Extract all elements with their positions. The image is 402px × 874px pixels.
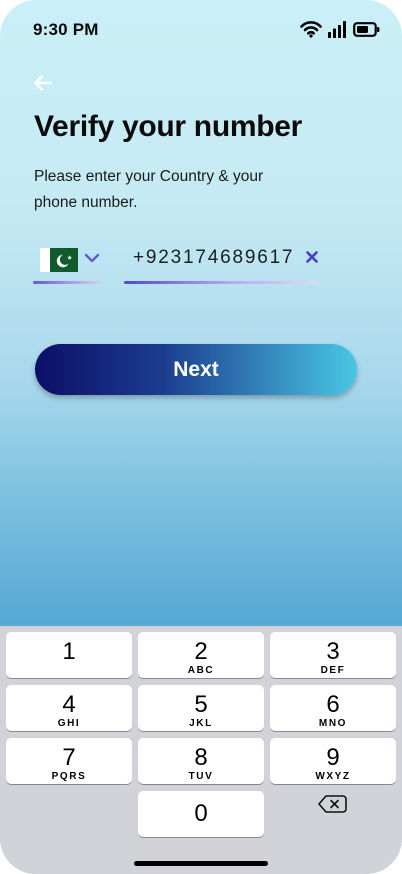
page-title: Verify your number (34, 110, 303, 143)
status-icons (300, 20, 380, 38)
key-letters: GHI (57, 718, 81, 729)
key-letters: JKL (189, 718, 213, 729)
key-8[interactable]: 8 TUV (138, 738, 264, 784)
close-icon (306, 251, 318, 263)
page-subtitle: Please enter your Country & your phone n… (34, 168, 264, 211)
clear-input-button[interactable] (304, 249, 320, 265)
key-digit: 8 (194, 744, 208, 771)
key-letters: ABC (187, 665, 215, 676)
key-digit: 5 (194, 691, 208, 718)
country-underline (33, 281, 101, 284)
key-letters: WXYZ (315, 771, 351, 782)
status-bar: 9:30 PM (0, 0, 402, 60)
phone-number-input[interactable] (133, 244, 303, 272)
key-letters: PQRS (51, 771, 87, 782)
backspace-icon (318, 795, 347, 813)
pakistan-flag-icon (40, 248, 78, 272)
key-6[interactable]: 6 MNO (270, 685, 396, 731)
verify-number-screen: 9:30 PM Verify your number Please enter … (0, 0, 402, 874)
home-indicator (134, 861, 268, 866)
key-digit: 0 (194, 800, 208, 827)
key-5[interactable]: 5 JKL (138, 685, 264, 731)
key-digit: 1 (62, 638, 76, 665)
key-0[interactable]: 0 (138, 791, 264, 837)
key-digit: 9 (326, 744, 340, 771)
key-digit: 2 (194, 638, 208, 665)
key-2[interactable]: 2 ABC (138, 632, 264, 678)
key-digit: 6 (326, 691, 340, 718)
key-1[interactable]: 1 (6, 632, 132, 678)
key-digit: 3 (326, 638, 340, 665)
numeric-keypad: 1 2 ABC 3 DEF 4 GHI 5 JKL 6 MNO 7 PQRS 8 (0, 626, 402, 874)
arrow-left-icon (34, 75, 52, 91)
key-4[interactable]: 4 GHI (6, 685, 132, 731)
backspace-key[interactable] (270, 789, 396, 835)
key-letters: DEF (320, 665, 346, 676)
key-9[interactable]: 9 WXYZ (270, 738, 396, 784)
key-digit: 7 (62, 744, 76, 771)
wifi-icon (300, 21, 322, 38)
chevron-down-icon (84, 253, 100, 263)
phone-field (124, 240, 318, 286)
status-time: 9:30 PM (33, 20, 99, 39)
key-letters: MNO (318, 718, 348, 729)
next-button-label: Next (173, 358, 219, 381)
next-button[interactable]: Next (35, 344, 357, 395)
key-7[interactable]: 7 PQRS (6, 738, 132, 784)
country-selector[interactable] (33, 240, 101, 286)
key-letters: TUV (188, 771, 214, 782)
key-digit: 4 (62, 691, 76, 718)
battery-icon (353, 21, 380, 37)
cellular-signal-icon (328, 20, 346, 38)
phone-underline (124, 281, 318, 284)
key-3[interactable]: 3 DEF (270, 632, 396, 678)
back-button[interactable] (30, 70, 58, 96)
